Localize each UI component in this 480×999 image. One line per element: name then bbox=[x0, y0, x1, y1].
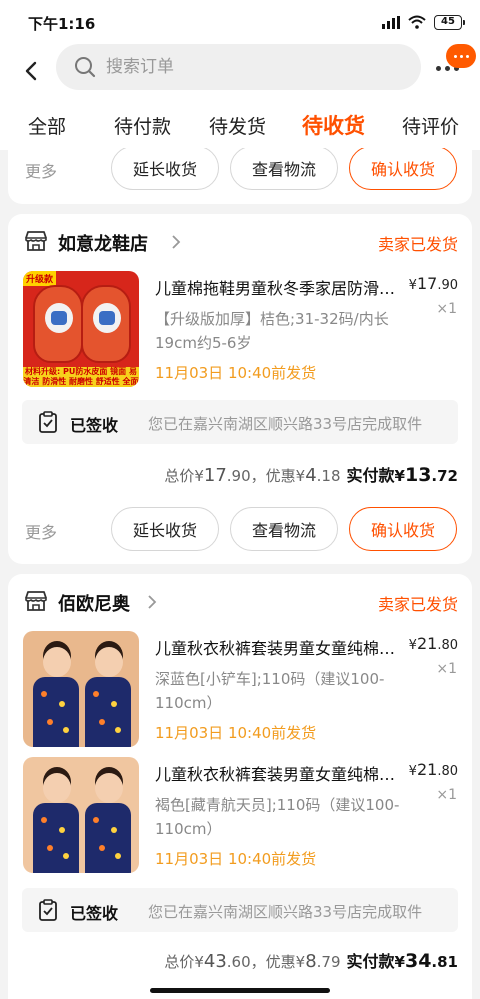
delivery-status-box[interactable]: 已签收 您已在嘉兴南湖区顺兴路33号店完成取件 bbox=[22, 400, 458, 444]
tab-all[interactable]: 全部 bbox=[28, 112, 66, 139]
extend-receipt-button[interactable]: 延长收货 bbox=[111, 148, 219, 190]
order-item[interactable]: 升级款 材料升级: PU防水皮面 镜面 易清洁 防滑性 耐磨性 舒适性 全面提升… bbox=[8, 271, 472, 387]
order-card: 如意龙鞋店 卖家已发货 升级款 材料升级: PU防水皮面 镜面 易清洁 防滑性 … bbox=[8, 214, 472, 564]
product-image[interactable]: 升级款 材料升级: PU防水皮面 镜面 易清洁 防滑性 耐磨性 舒适性 全面提升 bbox=[23, 271, 139, 387]
item-spec: 褐色[藏青航天员];110码（建议100-110cm） bbox=[155, 796, 400, 838]
back-arrow-icon bbox=[25, 61, 37, 81]
message-icon[interactable] bbox=[446, 44, 476, 68]
action-row: 更多 延长收货 查看物流 确认收货 bbox=[8, 148, 472, 194]
shop-name: 如意龙鞋店 bbox=[58, 234, 148, 255]
order-item[interactable]: 儿童秋衣秋裤套装男童女童纯棉睡衣 ¥21.80 ×1 褐色[藏青航天员];110… bbox=[8, 757, 472, 873]
sign-text: 您已在嘉兴南湖区顺兴路33号店完成取件 bbox=[148, 903, 423, 921]
confirm-receipt-button[interactable]: 确认收货 bbox=[349, 507, 457, 551]
shop-header[interactable]: 佰欧尼奥 卖家已发货 bbox=[8, 588, 472, 616]
more-link[interactable]: 更多 bbox=[25, 158, 57, 182]
ship-deadline: 11月03日 10:40前发货 bbox=[155, 850, 317, 868]
shop-icon bbox=[25, 231, 47, 251]
item-quantity: ×1 bbox=[436, 661, 457, 677]
ship-deadline: 11月03日 10:40前发货 bbox=[155, 724, 317, 742]
shop-header[interactable]: 如意龙鞋店 卖家已发货 bbox=[8, 228, 472, 256]
order-tabs: 全部 待付款 待发货 待收货 待评价 bbox=[0, 100, 480, 150]
order-status: 卖家已发货 bbox=[377, 235, 458, 254]
clipboard-check-icon bbox=[39, 899, 57, 921]
item-title: 儿童秋衣秋裤套装男童女童纯棉睡衣 bbox=[155, 765, 403, 784]
sign-text: 您已在嘉兴南湖区顺兴路33号店完成取件 bbox=[148, 415, 423, 433]
shop-icon bbox=[25, 591, 47, 611]
status-icons: 45 bbox=[382, 13, 465, 31]
chevron-right-icon bbox=[172, 235, 181, 249]
sign-label: 已签收 bbox=[70, 904, 119, 923]
extend-receipt-button[interactable]: 延长收货 bbox=[111, 507, 219, 551]
status-bar: 下午1:16 45 bbox=[0, 0, 480, 44]
signal-icon bbox=[382, 15, 400, 29]
product-image[interactable] bbox=[23, 631, 139, 747]
tab-pending-shipment[interactable]: 待发货 bbox=[209, 112, 266, 139]
tab-pending-review[interactable]: 待评价 bbox=[402, 112, 459, 139]
more-link[interactable]: 更多 bbox=[25, 519, 57, 543]
image-band: 材料升级: PU防水皮面 镜面 易清洁 防滑性 耐磨性 舒适性 全面提升 bbox=[23, 367, 139, 387]
order-item[interactable]: 儿童秋衣秋裤套装男童女童纯棉睡衣 ¥21.80 ×1 深蓝色[小铲车];110码… bbox=[8, 631, 472, 747]
clipboard-check-icon bbox=[39, 411, 57, 433]
item-price: ¥21.80 bbox=[408, 634, 458, 653]
product-image[interactable] bbox=[23, 757, 139, 873]
view-logistics-button[interactable]: 查看物流 bbox=[230, 148, 338, 190]
item-title: 儿童棉拖鞋男童秋冬季家居防滑保暖 bbox=[155, 279, 403, 298]
tab-pending-receipt[interactable]: 待收货 bbox=[302, 110, 365, 140]
order-card: 佰欧尼奥 卖家已发货 儿童秋衣秋裤套装男童女童纯棉睡衣 ¥21.80 ×1 深蓝… bbox=[8, 574, 472, 999]
item-quantity: ×1 bbox=[436, 787, 457, 803]
delivery-status-box[interactable]: 已签收 您已在嘉兴南湖区顺兴路33号店完成取件 bbox=[22, 888, 458, 932]
tab-pending-payment[interactable]: 待付款 bbox=[114, 112, 171, 139]
search-box[interactable] bbox=[56, 44, 421, 90]
item-price: ¥21.80 bbox=[408, 760, 458, 779]
back-button[interactable] bbox=[16, 56, 46, 86]
order-status: 卖家已发货 bbox=[377, 595, 458, 614]
confirm-receipt-button[interactable]: 确认收货 bbox=[349, 148, 457, 190]
item-spec: 【升级版加厚】桔色;31-32码/内长19cm约5-6岁 bbox=[155, 310, 389, 352]
sign-label: 已签收 bbox=[70, 416, 119, 435]
item-spec: 深蓝色[小铲车];110码（建议100-110cm） bbox=[155, 670, 385, 712]
wifi-icon bbox=[408, 15, 426, 29]
view-logistics-button[interactable]: 查看物流 bbox=[230, 507, 338, 551]
search-icon bbox=[75, 57, 96, 78]
battery-icon: 45 bbox=[434, 14, 465, 30]
action-row: 更多 延长收货 查看物流 确认收货 bbox=[8, 507, 472, 555]
ship-deadline: 11月03日 10:40前发货 bbox=[155, 364, 317, 382]
order-card-partial: 更多 延长收货 查看物流 确认收货 bbox=[8, 148, 472, 204]
order-total: 总价 ¥17.90 ，优惠 ¥4.18 实付款 ¥13.72 bbox=[164, 464, 458, 486]
shop-name: 佰欧尼奥 bbox=[58, 594, 130, 615]
image-tag: 升级款 bbox=[23, 271, 57, 286]
item-quantity: ×1 bbox=[436, 301, 457, 317]
order-total: 总价 ¥43.60 ，优惠 ¥8.79 实付款 ¥34.81 bbox=[164, 950, 458, 972]
search-header bbox=[0, 44, 480, 100]
item-title: 儿童秋衣秋裤套装男童女童纯棉睡衣 bbox=[155, 639, 403, 658]
chevron-right-icon bbox=[148, 595, 157, 609]
home-indicator[interactable] bbox=[150, 988, 330, 993]
status-time: 下午1:16 bbox=[28, 15, 96, 33]
item-price: ¥17.90 bbox=[408, 274, 458, 293]
search-input[interactable] bbox=[106, 44, 406, 90]
